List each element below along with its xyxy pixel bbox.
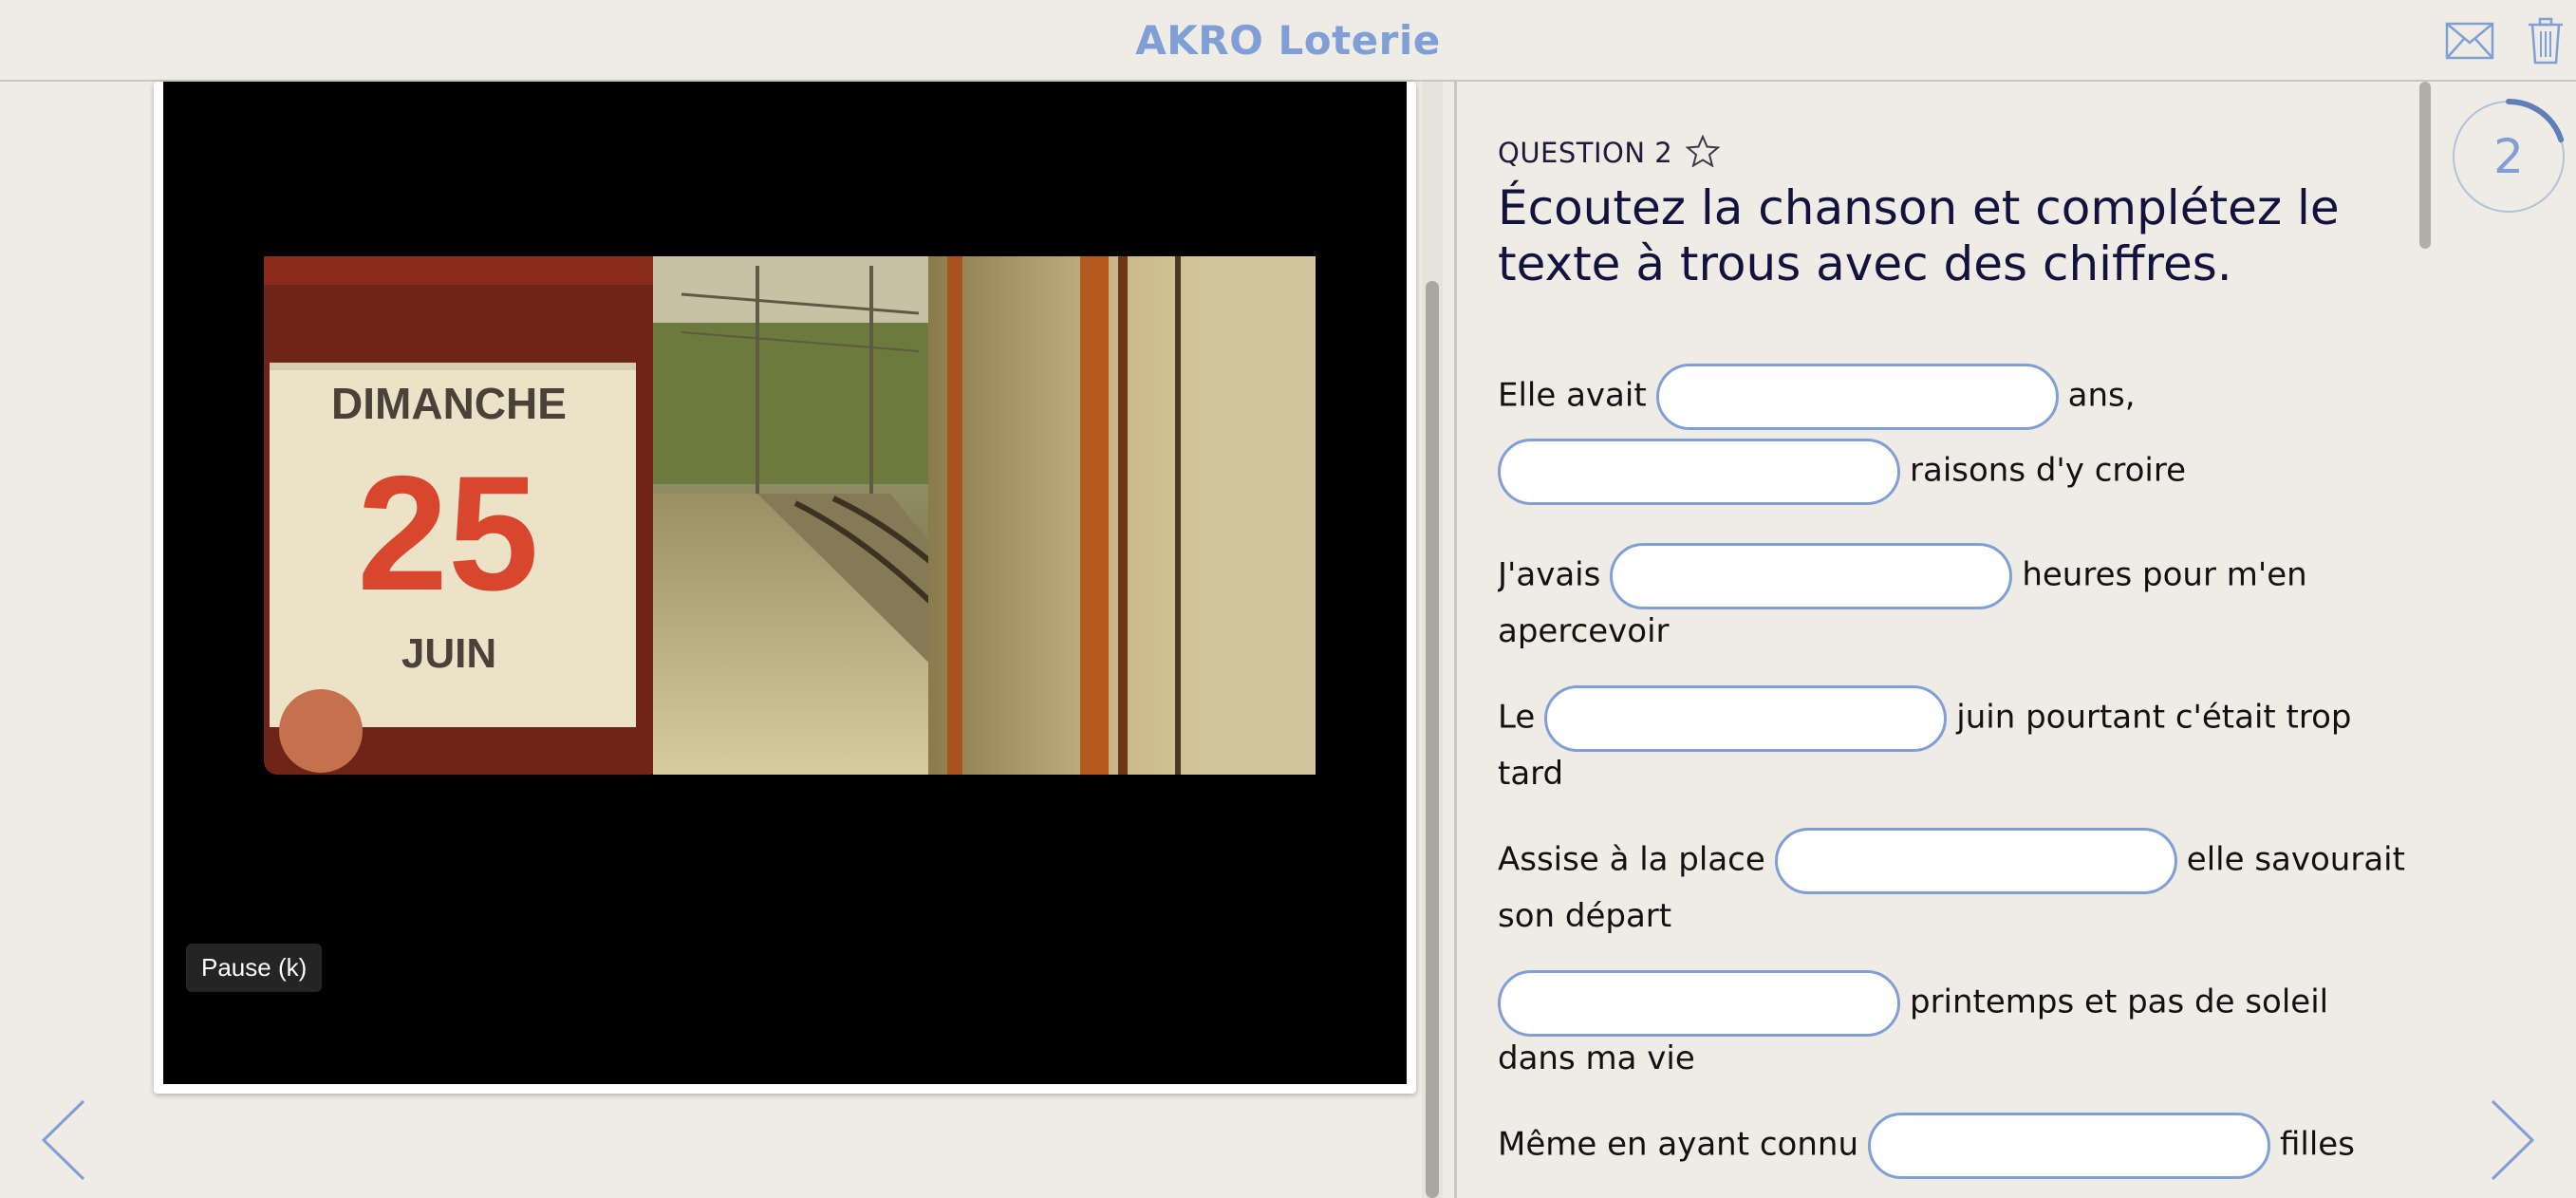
text-line-continuation: son départ — [1498, 897, 1672, 935]
left-panel-scrollbar[interactable] — [1422, 82, 1443, 1198]
panel-divider — [1454, 82, 1457, 1198]
trash-button[interactable] — [2519, 17, 2572, 65]
answer-field-6[interactable] — [1498, 970, 1900, 1037]
trash-icon — [2529, 17, 2563, 65]
text-line-continuation: tard — [1498, 755, 1564, 793]
answer-field-1[interactable] — [1655, 364, 2059, 430]
text-line: printemps et pas de soleil — [1498, 970, 2328, 1037]
question-panel: QUESTION 2 Écoutez la chanson et complét… — [1498, 82, 2409, 1198]
text-line: Elle avait ans, — [1498, 364, 2136, 430]
answer-field-5[interactable] — [1774, 828, 2177, 894]
text-line: raisons d'y croire — [1498, 439, 2186, 505]
question-number-label: QUESTION 2 — [1498, 137, 1673, 169]
star-icon[interactable] — [1685, 134, 1721, 171]
answer-field-2[interactable] — [1498, 439, 1900, 505]
left-scrollbar-thumb[interactable] — [1426, 281, 1439, 1198]
line-text-after: printemps et pas de soleil — [1910, 983, 2329, 1021]
app-title: AKRO Loterie — [1135, 17, 1441, 64]
line-text-after: raisons d'y croire — [1910, 451, 2187, 490]
line-text-after: filles — [2280, 1125, 2355, 1164]
calendar-date-text: 25 — [357, 442, 539, 625]
line-text-before: Même en ayant connu — [1498, 1125, 1858, 1164]
calendar-day-text: DIMANCHE — [331, 379, 567, 428]
previous-button[interactable] — [38, 1097, 95, 1183]
line-text-after: heures pour m'en — [2022, 555, 2307, 594]
answer-field-7[interactable] — [1868, 1113, 2270, 1179]
text-line: Même en ayant connu filles — [1498, 1113, 2355, 1179]
video-player[interactable]: DIMANCHE 25 JUIN Pause (k) — [154, 82, 1416, 1094]
line-text-before: Elle avait — [1498, 376, 1647, 415]
mail-button[interactable] — [2443, 17, 2496, 65]
progress-number: 2 — [2493, 129, 2524, 184]
calendar-month-text: JUIN — [401, 630, 497, 677]
text-line: Assise à la place elle savourait — [1498, 828, 2405, 894]
line-text-before: Le — [1498, 698, 1536, 737]
envelope-icon — [2445, 22, 2494, 60]
answer-field-3[interactable] — [1610, 543, 2013, 609]
text-line-continuation: dans ma vie — [1498, 1039, 1695, 1077]
video-area[interactable]: DIMANCHE 25 JUIN Pause (k) — [163, 82, 1407, 1084]
text-line: Le juin pourtant c'était trop — [1498, 685, 2351, 752]
line-text-after: ans, — [2067, 376, 2136, 415]
line-text-after: juin pourtant c'était trop — [1956, 698, 2352, 737]
line-text-before: Assise à la place — [1498, 840, 1765, 879]
chevron-left-icon — [41, 1099, 85, 1181]
next-button[interactable] — [2481, 1097, 2538, 1183]
chevron-right-icon — [2491, 1099, 2535, 1181]
progress-badge: 2 — [2447, 95, 2570, 218]
question-title: Écoutez la chanson et complétez le texte… — [1498, 180, 2340, 291]
text-line-continuation: apercevoir — [1498, 612, 1670, 650]
text-line: J'avais heures pour m'en — [1498, 543, 2307, 609]
pause-tooltip: Pause (k) — [186, 944, 323, 992]
header-bar: AKRO Loterie — [0, 0, 2576, 82]
question-label-row: QUESTION 2 — [1498, 134, 1721, 171]
answer-field-4[interactable] — [1544, 685, 1948, 752]
line-text-before: J'avais — [1498, 555, 1601, 594]
right-scrollbar-thumb[interactable] — [2419, 82, 2431, 249]
line-text-after: elle savourait — [2186, 840, 2405, 879]
